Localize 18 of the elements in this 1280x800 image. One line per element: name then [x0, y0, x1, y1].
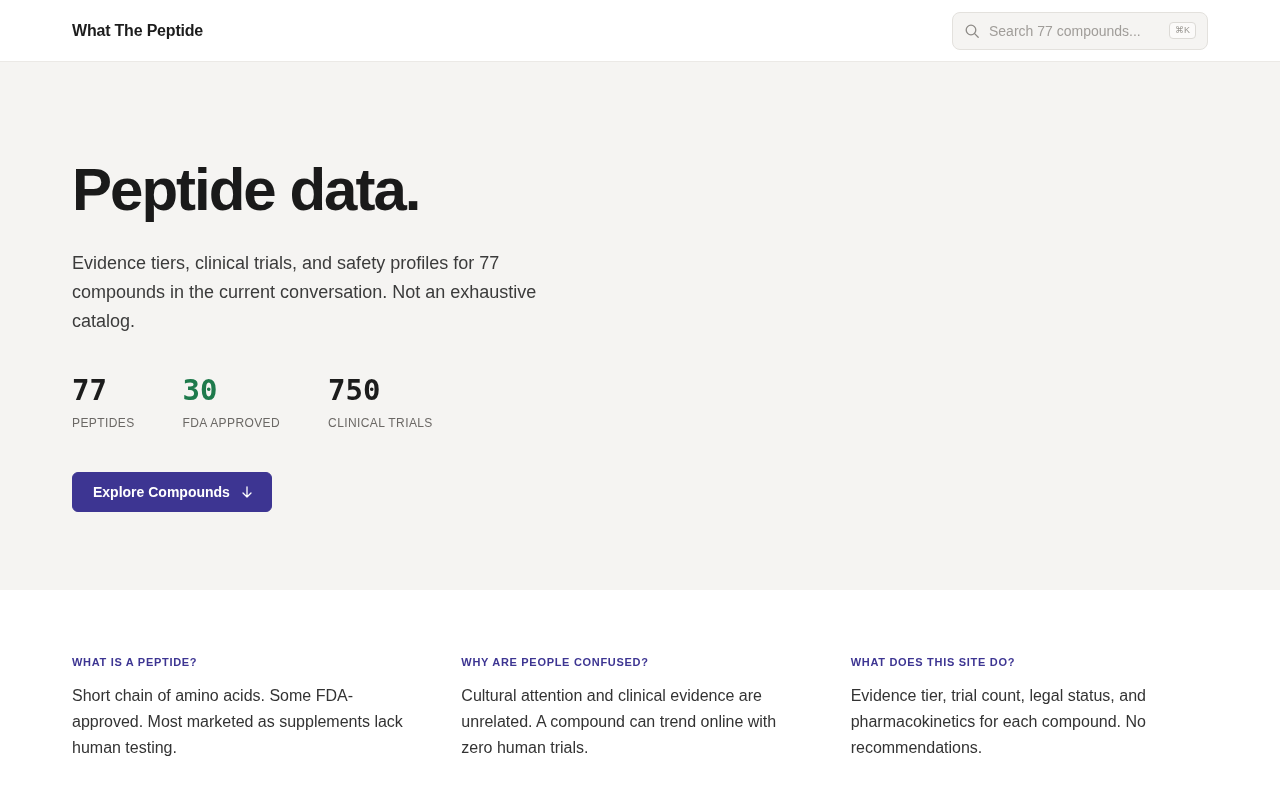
site-logo-text[interactable]: What The Peptide	[72, 18, 204, 43]
stat-label: CLINICAL TRIALS	[328, 415, 433, 432]
section-heading: WHAT IS A PEPTIDE?	[72, 655, 198, 670]
section-heading: WHY ARE PEOPLE CONFUSED?	[461, 655, 649, 670]
section-text: Short chain of amino acids. Some FDA-approved. Most marketed as supplements lack human testing.	[72, 685, 404, 758]
stat-label: PEPTIDES	[72, 415, 135, 432]
section-text: Evidence tier, trial count, legal status, and pharmacokinetics for each compound. No recommendations.	[850, 685, 1147, 758]
section-heading: WHAT DOES THIS SITE DO?	[850, 655, 1016, 670]
search-icon	[965, 23, 979, 38]
stat-value: 77	[72, 376, 107, 405]
arrow-down-icon	[241, 486, 252, 498]
section-text: Cultural attention and clinical evidence are unrelated. A compound can trend online with zero human trials.	[461, 685, 778, 758]
hero-description: Evidence tiers, clinical trials, and safety profiles for 77 compounds in the current conversation. Not an exhaustive catalog.	[72, 252, 538, 333]
stat-value: 750	[328, 376, 381, 405]
hero-title: Peptide data.	[72, 157, 420, 223]
stat-label: FDA APPROVED	[182, 415, 281, 432]
explore-compounds-button[interactable]: Explore Compounds	[72, 472, 272, 512]
stat-value: 30	[182, 376, 218, 405]
